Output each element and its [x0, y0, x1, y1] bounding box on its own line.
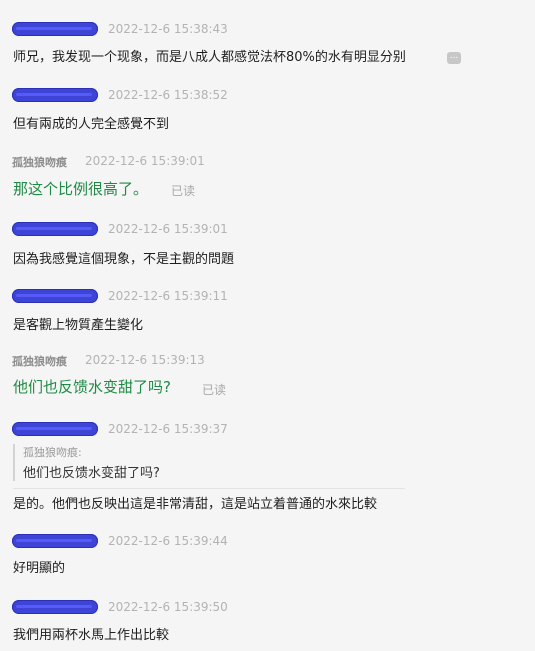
message-timestamp: 2022-12-6 15:39:11: [108, 289, 228, 303]
message-header: 2022-12-6 15:39:44: [0, 532, 535, 554]
redacted-sender-scribble: [12, 600, 98, 614]
redacted-sender-scribble: [12, 88, 98, 102]
message-sender: 孤独狼吻痕: [12, 355, 67, 368]
message-header: 孤独狼吻痕 2022-12-6 15:39:13: [0, 351, 535, 373]
message-timestamp: 2022-12-6 15:38:52: [108, 88, 228, 102]
message-header: 2022-12-6 15:38:43: [0, 20, 535, 42]
redacted-sender-scribble: [12, 22, 98, 36]
message-text: 但有兩成的人完全感覺不到: [13, 117, 170, 132]
message-text: 是的。他們也反映出這是非常清甜，這是站立着普通的水來比較: [13, 497, 378, 512]
message-header: 2022-12-6 15:39:37: [0, 420, 535, 442]
message-text: 因為我感覺這個現象，不是主觀的問題: [13, 252, 235, 267]
message-timestamp: 2022-12-6 15:39:13: [85, 353, 205, 367]
redacted-sender-scribble: [12, 422, 98, 436]
message-header: 2022-12-6 15:39:11: [0, 287, 535, 309]
message-text: 师兄，我发现一个现象，而是八成人都感觉法杯80%的水有明显分别: [13, 50, 406, 65]
quote-divider: [13, 488, 405, 489]
message-header: 2022-12-6 15:38:52: [0, 86, 535, 108]
message-header: 孤独狼吻痕 2022-12-6 15:39:01: [0, 152, 535, 174]
message-timestamp: 2022-12-6 15:39:37: [108, 422, 228, 436]
more-options-icon[interactable]: ...: [447, 52, 461, 64]
message-timestamp: 2022-12-6 15:39:44: [108, 534, 228, 548]
message-timestamp: 2022-12-6 15:39:01: [85, 154, 205, 168]
message-text: 我們用兩杯水馬上作出比較: [13, 628, 170, 643]
redacted-sender-scribble: [12, 222, 98, 236]
message-timestamp: 2022-12-6 15:39:50: [108, 600, 228, 614]
message-header: 2022-12-6 15:39:01: [0, 220, 535, 242]
message-text: 那这个比例很高了。: [13, 180, 149, 198]
message-sender: 孤独狼吻痕: [12, 156, 67, 169]
quoted-message[interactable]: 孤独狼吻痕: 他们也反馈水变甜了吗?: [13, 444, 160, 481]
read-status: 已读: [171, 184, 196, 198]
message-text: 他们也反馈水变甜了吗?: [13, 378, 171, 396]
message-text: 好明顯的: [13, 561, 66, 576]
message-text: 是客觀上物質產生變化: [13, 318, 144, 333]
redacted-sender-scribble: [12, 534, 98, 548]
message-timestamp: 2022-12-6 15:38:43: [108, 22, 228, 36]
message-header: 2022-12-6 15:39:50: [0, 598, 535, 620]
redacted-sender-scribble: [12, 289, 98, 303]
quoted-text: 他们也反馈水变甜了吗?: [23, 466, 160, 481]
message-timestamp: 2022-12-6 15:39:01: [108, 222, 228, 236]
read-status: 已读: [202, 383, 227, 397]
quoted-sender: 孤独狼吻痕:: [23, 446, 82, 459]
